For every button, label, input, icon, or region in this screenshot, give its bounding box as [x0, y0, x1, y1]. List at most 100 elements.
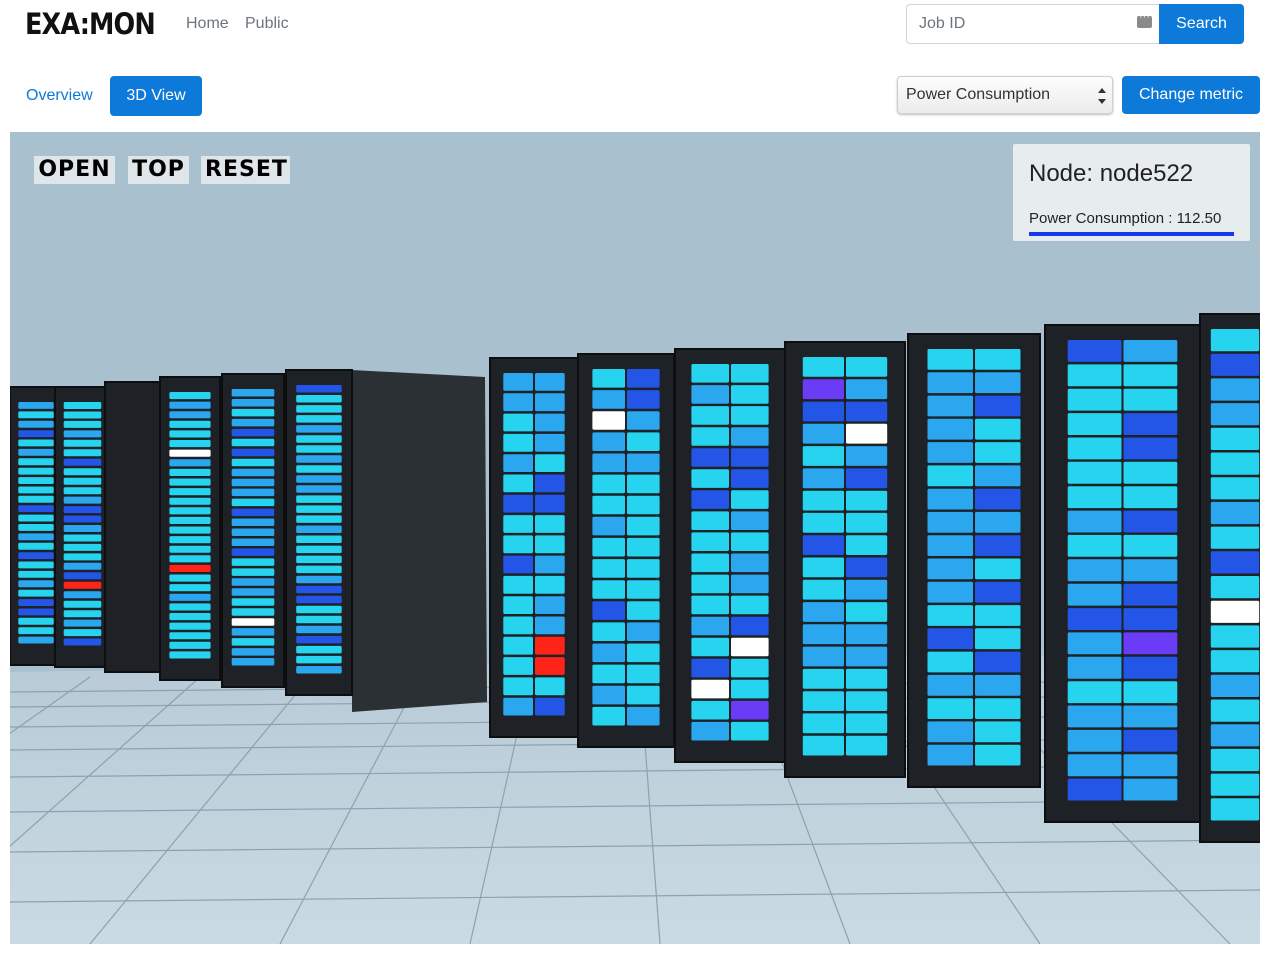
nav-public-link[interactable]: Public — [245, 15, 289, 33]
compute-node[interactable] — [731, 700, 769, 720]
compute-node[interactable] — [627, 580, 660, 599]
compute-node[interactable] — [975, 651, 1021, 673]
compute-node[interactable] — [731, 385, 769, 404]
compute-node[interactable] — [927, 744, 974, 766]
compute-node[interactable] — [18, 542, 54, 550]
compute-node[interactable] — [592, 643, 625, 663]
compute-node[interactable] — [846, 691, 888, 711]
compute-node[interactable] — [1123, 413, 1178, 435]
compute-node[interactable] — [1210, 329, 1260, 352]
compute-node[interactable] — [169, 516, 211, 524]
compute-node[interactable] — [846, 401, 888, 422]
compute-node[interactable] — [975, 511, 1021, 533]
compute-node[interactable] — [18, 402, 54, 409]
compute-node[interactable] — [592, 411, 625, 430]
compute-node[interactable] — [1067, 754, 1122, 777]
compute-node[interactable] — [975, 698, 1021, 719]
compute-node[interactable] — [503, 535, 533, 554]
compute-node[interactable] — [296, 575, 342, 584]
compute-node[interactable] — [975, 442, 1021, 463]
compute-node[interactable] — [1123, 656, 1178, 679]
compute-node[interactable] — [503, 616, 533, 635]
compute-node[interactable] — [169, 564, 211, 572]
compute-node[interactable] — [296, 495, 342, 503]
compute-node[interactable] — [503, 596, 533, 614]
compute-node[interactable] — [627, 474, 660, 494]
compute-node[interactable] — [1210, 551, 1260, 574]
compute-node[interactable] — [1067, 729, 1122, 752]
compute-node[interactable] — [18, 636, 54, 644]
compute-node[interactable] — [691, 700, 729, 720]
compute-node[interactable] — [846, 490, 888, 511]
compute-node[interactable] — [592, 706, 625, 726]
compute-node[interactable] — [535, 474, 565, 493]
compute-node[interactable] — [63, 543, 102, 551]
compute-node[interactable] — [592, 474, 625, 494]
compute-node[interactable] — [975, 558, 1021, 580]
compute-node[interactable] — [1123, 778, 1178, 801]
compute-node[interactable] — [503, 575, 533, 594]
compute-node[interactable] — [18, 552, 54, 560]
compute-node[interactable] — [169, 488, 211, 496]
compute-node[interactable] — [691, 658, 729, 678]
compute-node[interactable] — [731, 469, 769, 488]
rack-cabinet[interactable] — [674, 348, 786, 763]
compute-node[interactable] — [1210, 600, 1260, 623]
compute-node[interactable] — [1123, 632, 1178, 655]
compute-node[interactable] — [731, 511, 769, 530]
compute-node[interactable] — [975, 744, 1021, 766]
compute-node[interactable] — [1210, 403, 1260, 426]
compute-node[interactable] — [296, 455, 342, 463]
compute-node[interactable] — [535, 433, 565, 452]
compute-node[interactable] — [846, 379, 888, 400]
compute-node[interactable] — [1123, 559, 1178, 582]
compute-node[interactable] — [63, 430, 102, 438]
compute-node[interactable] — [927, 511, 974, 533]
compute-node[interactable] — [63, 515, 102, 523]
compute-node[interactable] — [535, 373, 565, 391]
rack-cabinet[interactable] — [577, 353, 675, 748]
compute-node[interactable] — [731, 553, 769, 573]
compute-node[interactable] — [231, 389, 275, 397]
compute-node[interactable] — [169, 555, 211, 563]
compute-node[interactable] — [846, 512, 888, 533]
compute-node[interactable] — [846, 423, 888, 444]
compute-node[interactable] — [627, 411, 660, 430]
compute-node[interactable] — [1210, 452, 1260, 475]
compute-node[interactable] — [18, 477, 54, 484]
compute-node[interactable] — [169, 459, 211, 467]
compute-node[interactable] — [846, 357, 888, 377]
compute-node[interactable] — [169, 536, 211, 544]
compute-node[interactable] — [296, 585, 342, 594]
compute-node[interactable] — [1123, 608, 1178, 630]
compute-node[interactable] — [535, 454, 565, 472]
compute-node[interactable] — [18, 580, 54, 588]
rack-cabinet[interactable] — [159, 376, 221, 681]
compute-node[interactable] — [927, 442, 974, 463]
rack-cabinet[interactable] — [1044, 324, 1201, 823]
compute-node[interactable] — [1210, 748, 1260, 772]
compute-node[interactable] — [1123, 754, 1178, 777]
compute-node[interactable] — [1210, 501, 1260, 525]
compute-node[interactable] — [1067, 461, 1122, 484]
compute-node[interactable] — [592, 432, 625, 451]
compute-node[interactable] — [627, 390, 660, 409]
compute-node[interactable] — [691, 616, 729, 636]
compute-node[interactable] — [169, 632, 211, 640]
compute-node[interactable] — [731, 637, 769, 657]
compute-node[interactable] — [296, 615, 342, 624]
compute-node[interactable] — [18, 430, 54, 438]
compute-node[interactable] — [63, 477, 102, 485]
compute-node[interactable] — [975, 465, 1021, 487]
compute-node[interactable] — [592, 601, 625, 620]
autofill-key-icon[interactable] — [1137, 11, 1152, 28]
compute-node[interactable] — [503, 677, 533, 696]
compute-node[interactable] — [592, 516, 625, 536]
compute-node[interactable] — [731, 532, 769, 551]
compute-node[interactable] — [169, 440, 211, 448]
compute-node[interactable] — [627, 516, 660, 536]
compute-node[interactable] — [1210, 576, 1260, 599]
compute-node[interactable] — [802, 512, 844, 533]
compute-node[interactable] — [1210, 353, 1260, 376]
compute-node[interactable] — [691, 448, 729, 467]
